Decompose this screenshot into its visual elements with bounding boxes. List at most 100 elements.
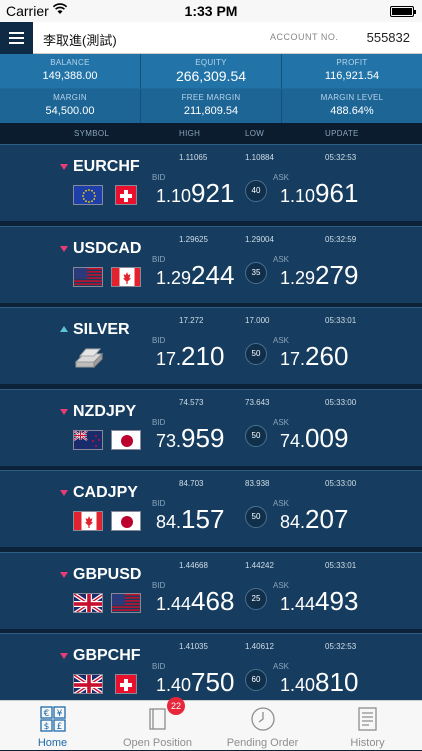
low-value: 1.44242 [245,560,274,570]
quote-row[interactable]: USDCAD 1.29625 1.29004 05:32:59 BID ASK … [0,225,422,303]
ask-price[interactable]: 74.009 [280,423,348,454]
bid-pips: 959 [181,422,225,453]
down-arrow-icon [60,490,68,496]
user-name: 李取進(測試) [43,33,117,48]
menu-button[interactable] [0,22,33,54]
nz-flag-icon [73,429,103,450]
tab-pending-order[interactable]: Pending Order [210,701,315,751]
ca-flag-icon [73,511,103,531]
quote-row[interactable]: SILVER 17.272 17.000 05:33:01 BID ASK 17… [0,307,422,384]
bid-pips: 921 [191,178,235,208]
bid-pips: 468 [191,585,235,616]
margin-level-label: MARGIN LEVEL [320,93,384,102]
tab-history-label: History [350,737,385,749]
bid-pips: 157 [181,504,225,534]
ca-flag-icon [111,266,141,287]
tab-home[interactable]: € ¥ $ £ Home [0,701,105,751]
svg-text:£: £ [57,722,63,732]
spread-badge: 25 [245,587,267,610]
bid-prefix: 84. [156,512,182,532]
svg-text:¥: ¥ [57,709,63,719]
symbol-name: GBPUSD [73,565,142,583]
ask-price[interactable]: 17.260 [280,341,348,372]
low-value: 1.40612 [245,642,274,651]
update-time: 05:33:01 [325,560,357,570]
balance-cell: BALANCE 149,388.00 [0,54,141,88]
jp-flag-icon [111,511,141,531]
up-arrow-icon [60,326,68,332]
bid-price[interactable]: 1.29244 [156,260,234,291]
tab-history[interactable]: History [315,701,420,751]
balance-label: BALANCE [50,58,90,67]
gb-flag-icon [73,592,103,613]
low-value: 73.643 [245,397,270,407]
bid-price[interactable]: 1.40750 [156,667,234,698]
bid-price[interactable]: 1.44468 [156,586,234,617]
down-arrow-icon [60,245,68,252]
ask-price[interactable]: 1.40810 [280,667,358,698]
margin-cell: MARGIN 54,500.00 [0,89,141,123]
ask-prefix: 84. [280,512,306,532]
svg-text:€: € [44,709,50,719]
ask-prefix: 1.10 [280,186,316,206]
battery-icon [390,6,416,17]
bid-price[interactable]: 84.157 [156,504,224,535]
ask-pips: 810 [315,667,359,697]
tab-open-position-label: Open Position [122,737,193,749]
symbol-name: SILVER [73,321,130,338]
bid-price[interactable]: 73.959 [156,423,224,454]
clock-icon [251,707,275,731]
equity-label: EQUITY [195,58,227,67]
account-number: 555832 [366,30,410,45]
ask-price[interactable]: 1.29279 [280,260,358,291]
ask-price[interactable]: 1.10961 [280,178,358,209]
ask-price[interactable]: 1.44493 [280,586,358,617]
symbol-name: GBPCHF [73,647,141,664]
high-value: 1.11065 [179,153,208,162]
ask-price[interactable]: 84.207 [280,504,348,535]
bid-prefix: 1.44 [156,593,192,614]
ask-pips: 279 [315,259,359,290]
quote-row[interactable]: EURCHF 1.11065 1.10884 05:32:53 BID ASK … [0,144,422,221]
tab-open-position[interactable]: 22 Open Position [105,697,210,751]
ask-prefix: 1.29 [280,267,316,288]
ask-prefix: 1.40 [280,675,316,695]
bid-prefix: 17. [156,349,182,369]
down-arrow-icon [60,571,68,578]
hamburger-icon [9,32,24,34]
low-value: 83.938 [245,479,270,488]
ask-pips: 961 [315,178,359,208]
margin-level-value: 488.64% [330,105,374,117]
us-flag-icon [111,592,141,613]
quote-row[interactable]: GBPUSD 1.44668 1.44242 05:33:01 BID ASK … [0,551,422,629]
bid-price[interactable]: 17.210 [156,341,224,372]
quote-row[interactable]: GBPCHF 1.41035 1.40612 05:32:53 BID ASK … [0,633,422,710]
spread-badge: 60 [245,669,267,691]
bid-prefix: 1.40 [156,675,192,695]
gb-flag-icon [73,674,103,694]
column-high: HIGH [179,129,201,138]
update-time: 05:32:53 [325,642,357,651]
clock: 1:33 PM [184,3,238,19]
update-time: 05:33:01 [325,316,357,325]
high-value: 1.41035 [179,642,208,651]
high-value: 1.44668 [179,560,208,570]
bid-pips: 210 [181,341,225,371]
free-margin-label: FREE MARGIN [181,93,241,102]
profit-label: PROFIT [336,58,368,67]
margin-label: MARGIN [53,93,87,102]
ask-pips: 207 [305,504,349,534]
ask-prefix: 1.44 [280,593,316,614]
account-label: ACCOUNT NO. [270,32,339,42]
high-value: 1.29625 [179,234,208,244]
tab-pending-order-label: Pending Order [226,737,299,749]
ask-pips: 493 [315,585,359,616]
update-time: 05:32:59 [325,234,357,244]
bid-price[interactable]: 1.10921 [156,178,234,209]
quote-row[interactable]: CADJPY 84.703 83.938 05:33:00 BID ASK 84… [0,470,422,547]
bid-prefix: 1.29 [156,267,192,288]
quote-row[interactable]: NZDJPY 74.573 73.643 05:33:00 BID ASK 73… [0,388,422,466]
high-value: 84.703 [179,479,204,488]
us-flag-icon [73,266,103,287]
history-list-icon [358,707,377,731]
